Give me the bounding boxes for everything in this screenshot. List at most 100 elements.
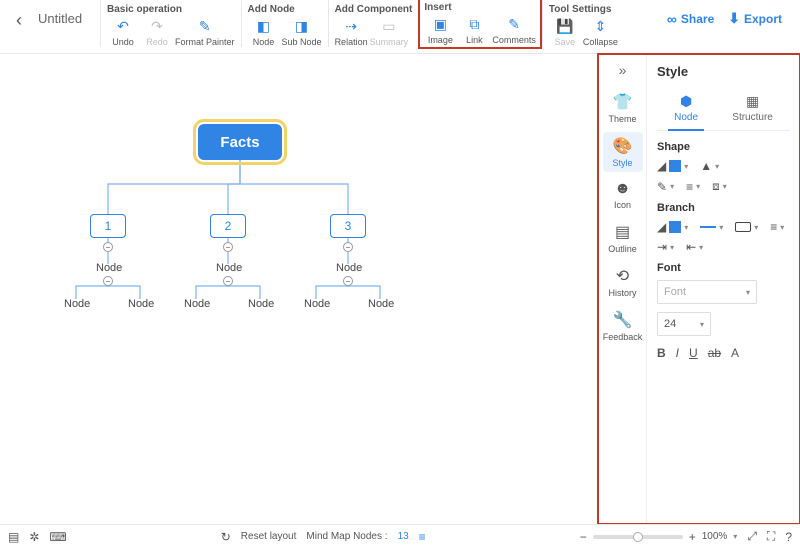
image-icon: ▣ bbox=[431, 15, 449, 33]
level3-node[interactable]: Node bbox=[248, 298, 274, 310]
text-color-button[interactable]: A bbox=[731, 346, 739, 360]
border-color-picker[interactable]: ▲▾ bbox=[700, 159, 719, 173]
redo-button[interactable]: ↷Redo bbox=[141, 17, 173, 47]
save-button[interactable]: 💾Save bbox=[549, 17, 581, 47]
node-icon: ◧ bbox=[255, 17, 273, 35]
fullscreen-button[interactable]: ⛶ bbox=[767, 529, 775, 544]
view-mode-1[interactable]: ▤ bbox=[8, 530, 19, 544]
theme-icon: 👕 bbox=[613, 92, 633, 112]
nodes-menu-icon[interactable]: ≡ bbox=[419, 530, 426, 544]
level2-node[interactable]: Node bbox=[336, 262, 362, 274]
level2-node[interactable]: Node bbox=[216, 262, 242, 274]
rail-icon[interactable]: ☻Icon bbox=[603, 176, 643, 214]
insert-comments-button[interactable]: ✎Comments bbox=[492, 15, 536, 45]
summary-button[interactable]: ▭Summary bbox=[370, 17, 409, 47]
panel-title: Style bbox=[657, 62, 790, 81]
reset-layout-label[interactable]: Reset layout bbox=[241, 531, 297, 542]
help-button[interactable]: ? bbox=[785, 530, 792, 544]
zoom-value: 100% bbox=[702, 531, 728, 542]
level3-node[interactable]: Node bbox=[304, 298, 330, 310]
fit-button[interactable]: ⤢ bbox=[747, 529, 757, 544]
zoom-slider[interactable] bbox=[593, 535, 683, 539]
format-painter-button[interactable]: ✎Format Painter bbox=[175, 17, 235, 47]
font-family-select[interactable]: Font▾ bbox=[657, 280, 757, 304]
collapse-toggle[interactable] bbox=[103, 242, 113, 252]
rail-style[interactable]: 🎨Style bbox=[603, 132, 643, 172]
branch-end-picker[interactable]: ⇤▾ bbox=[686, 240, 703, 254]
group-title: Tool Settings bbox=[549, 4, 618, 15]
toolbar-group-add-node: Add Node ◧Node ◨Sub Node bbox=[241, 0, 328, 47]
format-painter-icon: ✎ bbox=[196, 17, 214, 35]
font-size-select[interactable]: 24▾ bbox=[657, 312, 711, 336]
level1-node-1[interactable]: 1 bbox=[90, 214, 126, 238]
collapse-toggle[interactable] bbox=[223, 276, 233, 286]
share-button[interactable]: ∞Share bbox=[667, 11, 714, 27]
level3-node[interactable]: Node bbox=[368, 298, 394, 310]
branch-width-picker[interactable]: ≡▾ bbox=[770, 220, 784, 234]
panel-collapse-button[interactable]: » bbox=[619, 60, 627, 84]
italic-button[interactable]: I bbox=[676, 346, 679, 360]
tab-node[interactable]: ⬢Node bbox=[668, 91, 704, 131]
subnode-icon: ◨ bbox=[293, 17, 311, 35]
level2-node[interactable]: Node bbox=[96, 262, 122, 274]
level3-node[interactable]: Node bbox=[128, 298, 154, 310]
border-style-picker[interactable]: ✎▾ bbox=[657, 179, 674, 194]
collapse-toggle[interactable] bbox=[343, 276, 353, 286]
structure-tab-icon: ▦ bbox=[746, 93, 759, 110]
rail-outline[interactable]: ▤Outline bbox=[603, 218, 643, 258]
feedback-icon: 🔧 bbox=[613, 310, 633, 330]
undo-button[interactable]: ↶Undo bbox=[107, 17, 139, 47]
align-picker[interactable]: ≡▾ bbox=[686, 179, 700, 194]
level3-node[interactable]: Node bbox=[64, 298, 90, 310]
add-subnode-button[interactable]: ◨Sub Node bbox=[282, 17, 322, 47]
tab-structure[interactable]: ▦Structure bbox=[726, 91, 779, 130]
group-title: Insert bbox=[424, 2, 536, 13]
history-icon: ⟲ bbox=[616, 266, 629, 286]
zoom-out-button[interactable]: − bbox=[580, 530, 587, 544]
zoom-in-button[interactable]: + bbox=[689, 530, 696, 544]
level1-node-2[interactable]: 2 bbox=[210, 214, 246, 238]
save-icon: 💾 bbox=[556, 17, 574, 35]
rail-theme[interactable]: 👕Theme bbox=[603, 88, 643, 128]
collapse-toggle[interactable] bbox=[223, 242, 233, 252]
rail-history[interactable]: ⟲History bbox=[603, 262, 643, 302]
spacing-picker[interactable]: ⧈▾ bbox=[712, 179, 727, 194]
collapse-button[interactable]: ⇕Collapse bbox=[583, 17, 618, 47]
branch-shape-picker[interactable]: ▾ bbox=[735, 220, 758, 234]
fill-color-picker[interactable]: ◢▾ bbox=[657, 159, 688, 173]
rail-feedback[interactable]: 🔧Feedback bbox=[603, 306, 643, 346]
underline-button[interactable]: U bbox=[689, 346, 698, 360]
section-shape: Shape bbox=[657, 141, 790, 153]
toolbar-group-tool-settings: Tool Settings 💾Save ⇕Collapse bbox=[542, 0, 624, 47]
level3-node[interactable]: Node bbox=[184, 298, 210, 310]
collapse-toggle[interactable] bbox=[343, 242, 353, 252]
branch-color-picker[interactable]: ◢▾ bbox=[657, 220, 688, 234]
view-mode-3[interactable]: ⌨ bbox=[49, 530, 66, 544]
insert-link-button[interactable]: ⧉Link bbox=[458, 15, 490, 45]
view-mode-2[interactable]: ✲ bbox=[29, 530, 39, 544]
back-button[interactable]: ‹ bbox=[8, 0, 30, 41]
style-icon: 🎨 bbox=[613, 136, 633, 156]
document-title[interactable]: Untitled bbox=[30, 0, 100, 37]
outline-icon: ▤ bbox=[615, 222, 630, 242]
toolbar-group-basic: Basic operation ↶Undo ↷Redo ✎Format Pain… bbox=[100, 0, 241, 47]
relation-button[interactable]: ⇢Relation bbox=[335, 17, 368, 47]
add-node-button[interactable]: ◧Node bbox=[248, 17, 280, 47]
link-icon: ⧉ bbox=[465, 15, 483, 33]
level1-node-3[interactable]: 3 bbox=[330, 214, 366, 238]
nodes-label: Mind Map Nodes : bbox=[306, 531, 387, 542]
insert-image-button[interactable]: ▣Image bbox=[424, 15, 456, 45]
export-button[interactable]: ⬇Export bbox=[728, 10, 782, 27]
strike-button[interactable]: ab bbox=[708, 346, 721, 360]
root-node[interactable]: Facts bbox=[198, 124, 282, 160]
toolbar-group-add-component: Add Component ⇢Relation ▭Summary bbox=[328, 0, 419, 47]
collapse-toggle[interactable] bbox=[103, 276, 113, 286]
zoom-menu[interactable]: ▾ bbox=[733, 532, 737, 541]
reset-layout-icon[interactable]: ↻ bbox=[221, 530, 231, 544]
branch-arrow-picker[interactable]: ⇥▾ bbox=[657, 240, 674, 254]
collapse-icon: ⇕ bbox=[591, 17, 609, 35]
group-title: Add Component bbox=[335, 4, 413, 15]
nodes-count: 13 bbox=[398, 531, 409, 542]
bold-button[interactable]: B bbox=[657, 346, 666, 360]
branch-line-picker[interactable]: ▾ bbox=[700, 220, 723, 234]
